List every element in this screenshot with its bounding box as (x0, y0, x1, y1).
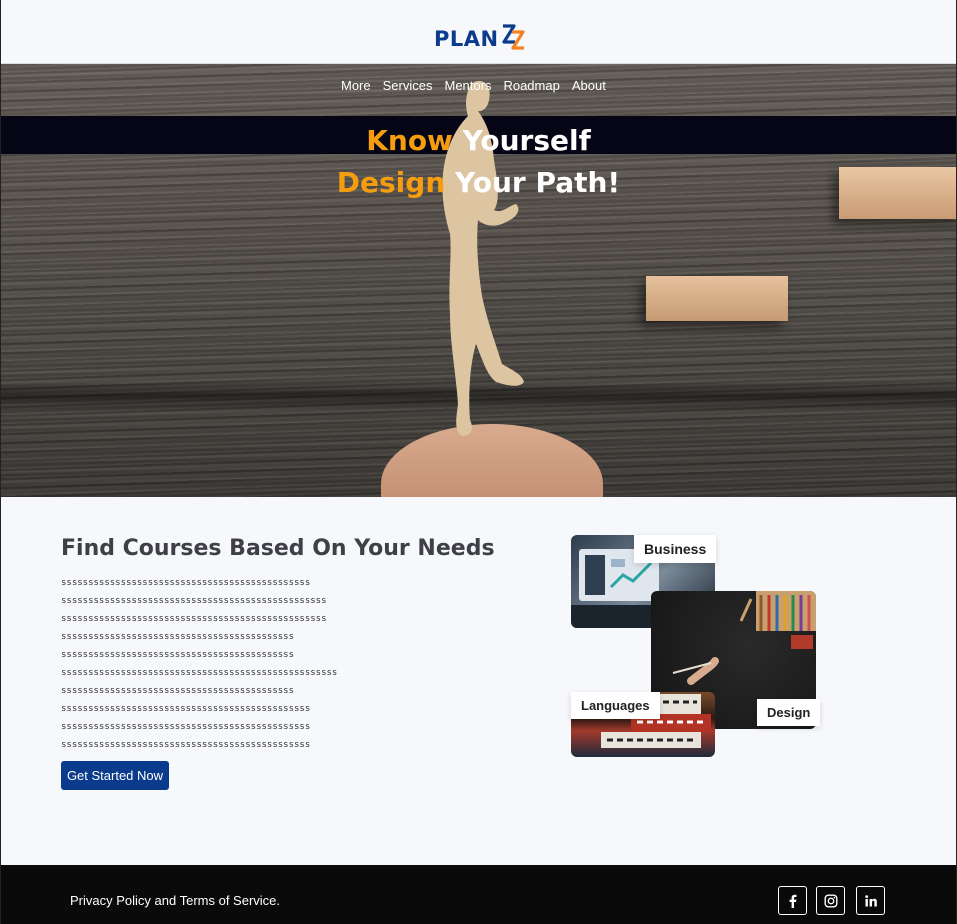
label-business: Business (634, 535, 717, 563)
hero-text-yourself: Yourself (452, 124, 591, 157)
body-line: ssssssssssssssssssssssssssssssssssssssss… (61, 614, 327, 624)
hero-title-line2: Design Your Path! (1, 166, 956, 199)
body-line: ssssssssssssssssssssssssssssssssssssssss… (61, 578, 311, 588)
main-nav: More Services Mentors Roadmap About (341, 78, 606, 93)
logo[interactable]: PLAN (434, 16, 526, 50)
nav-item-mentors[interactable]: Mentors (444, 78, 491, 93)
footer: Privacy Policy and Terms of Service. (1, 865, 956, 924)
linkedin-icon (864, 894, 877, 906)
body-line: ssssssssssssssssssssssssssssssssssssssss… (61, 668, 338, 678)
privacy-terms-link[interactable]: Privacy Policy and Terms of Service. (70, 893, 280, 908)
hero-accent-design: Design (336, 166, 446, 199)
get-started-button[interactable]: Get Started Now (61, 761, 169, 790)
body-line: ssssssssssssssssssssssssssssssssssssssss… (61, 686, 294, 696)
body-line: ssssssssssssssssssssssssssssssssssssssss… (61, 632, 294, 642)
course-collage: Business Languages Design (571, 535, 821, 759)
hero-banner: More Services Mentors Roadmap About Know… (1, 64, 956, 497)
linkedin-button[interactable] (856, 886, 885, 915)
facebook-icon (789, 894, 796, 908)
facebook-button[interactable] (778, 886, 807, 915)
label-languages: Languages (571, 692, 660, 719)
hero-accent-know: Know (366, 124, 453, 157)
logo-text: PLAN (434, 27, 499, 51)
body-line: ssssssssssssssssssssssssssssssssssssssss… (61, 650, 294, 660)
top-bar: PLAN (1, 0, 956, 64)
section-heading: Find Courses Based On Your Needs (61, 536, 495, 561)
nav-item-about[interactable]: About (572, 78, 606, 93)
instagram-button[interactable] (816, 886, 845, 915)
hero-text-your-path: Your Path! (445, 166, 621, 199)
body-line: ssssssssssssssssssssssssssssssssssssssss… (61, 596, 327, 606)
nav-item-more[interactable]: More (341, 78, 371, 93)
section-body: ssssssssssssssssssssssssssssssssssssssss… (61, 574, 361, 754)
label-design: Design (757, 699, 821, 726)
body-line: ssssssssssssssssssssssssssssssssssssssss… (61, 740, 311, 750)
body-line: ssssssssssssssssssssssssssssssssssssssss… (61, 722, 311, 732)
logo-mark-icon (502, 24, 525, 50)
page: PLAN More Services Mentors Roadmap About… (0, 0, 957, 924)
instagram-icon (824, 894, 838, 908)
body-line: ssssssssssssssssssssssssssssssssssssssss… (61, 704, 311, 714)
nav-item-services[interactable]: Services (383, 78, 433, 93)
wood-block-lower (646, 276, 788, 321)
nav-item-roadmap[interactable]: Roadmap (503, 78, 559, 93)
hero-title-line1: Know Yourself (1, 124, 956, 157)
